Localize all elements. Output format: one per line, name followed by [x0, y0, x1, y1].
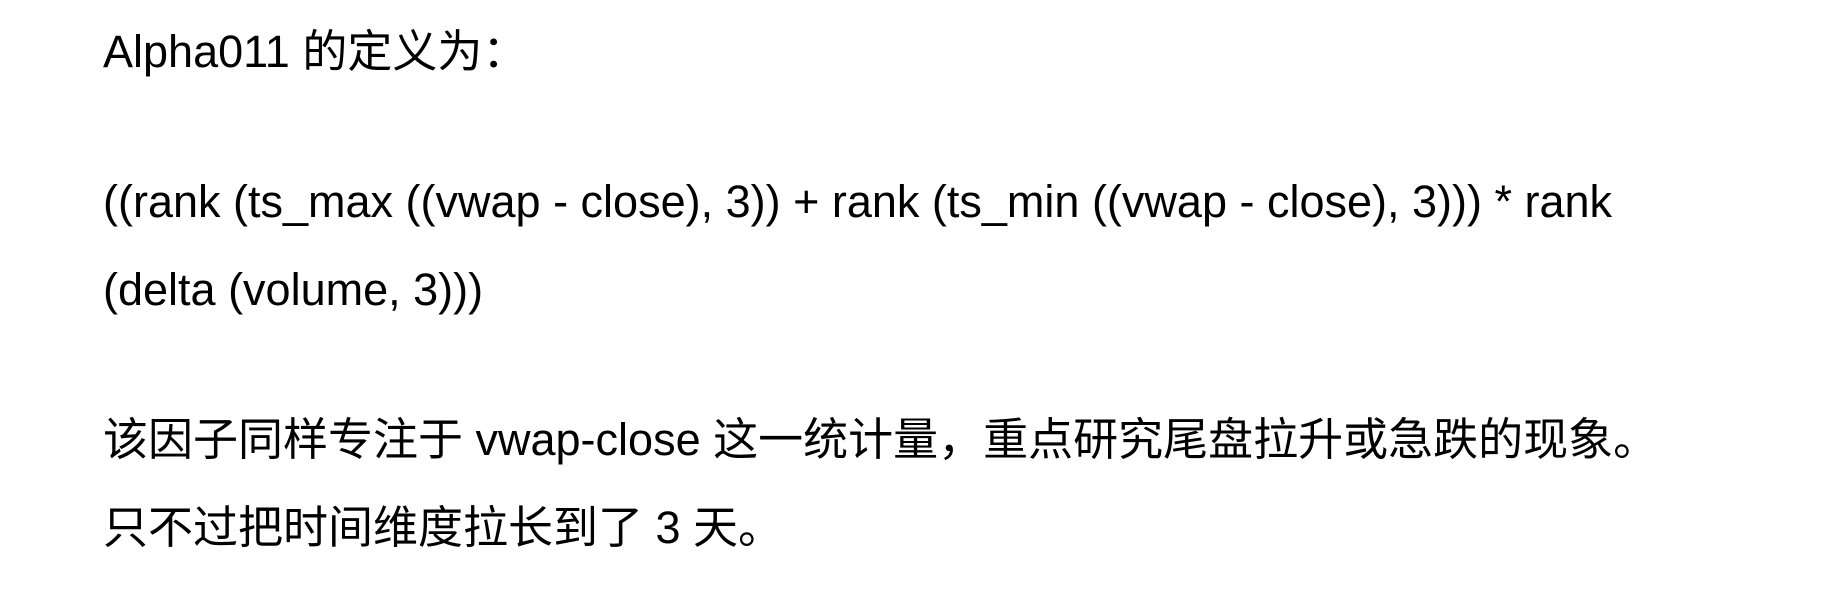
- formula-line-1: ((rank (ts_max ((vwap - close), 3)) + ra…: [103, 176, 1613, 227]
- description-line-1: 该因子同样专注于 vwap-close 这一统计量，重点研究尾盘拉升或急跌的现象…: [103, 414, 1659, 465]
- formula-line-2: (delta (volume, 3))): [103, 264, 484, 315]
- document-page: Alpha011 的定义为： ((rank (ts_max ((vwap - c…: [0, 0, 1824, 594]
- definition-heading: Alpha011 的定义为：: [103, 26, 528, 77]
- description-line-2: 只不过把时间维度拉长到了 3 天。: [103, 502, 784, 553]
